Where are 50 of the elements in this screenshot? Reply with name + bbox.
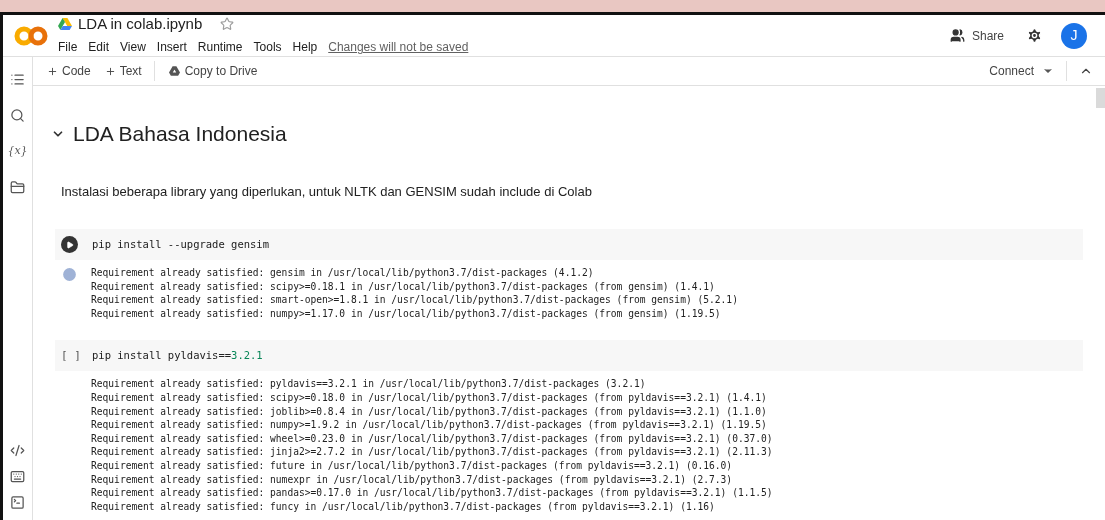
output-line: Requirement already satisfied: numpy>=1.17.0 in /usr/local/lib/python3.7/dist-packages (from gensim) (1.19.5) [91, 306, 722, 321]
keyboard-icon [10, 468, 25, 484]
plus-icon [47, 65, 58, 77]
notebook-title[interactable]: LDA in colab.ipynb [78, 12, 203, 36]
menu-item[interactable]: Edit [88, 38, 110, 57]
output-line: Requirement already satisfied: gensim in /usr/local/lib/python3.7/dist-packages (4.1.2) [91, 266, 595, 280]
output-line: Requirement already satisfied: future in /usr/local/lib/python3.7/dist-packages (from pyldavis==3.2.1) (0.16.0) [91, 458, 734, 473]
output-line: Requirement already satisfied: joblib>=0.8.4 in /usr/local/lib/python3.7/dist-packages (from pyldavis==3.2.1) (1.1.0) [91, 404, 768, 419]
menu-item[interactable]: Help [292, 38, 318, 57]
output-line: Requirement already satisfied: smart-open>=1.8.1 in /usr/local/lib/python3.7/dist-packages (from gensim) (5.2.1) [91, 293, 738, 307]
code-cell-input[interactable]: [ ] pip install pyldavis==3.2.1 [55, 340, 1083, 372]
output-line: Requirement already satisfied: funcy in /usr/local/lib/python3.7/dist-packages (from pyldavis==3.2.1) (1.16) [91, 499, 716, 514]
plus-icon [104, 65, 116, 77]
output-line: Requirement already satisfied: jinja2>=2.7.2 in /usr/local/lib/python3.7/dist-packages (from pyldavis==3.2.1) (2.11.3) [91, 445, 773, 459]
output-line: Requirement already satisfied: scipy>=0.18.0 in /usr/local/lib/python3.7/dist-packages (from pyldavis==3.2.1) (1.4.1) [91, 390, 768, 405]
share-button[interactable]: Share [945, 26, 1008, 45]
output-line: Requirement already satisfied: wheel>=0.23.0 in /usr/local/lib/python3.7/dist-packages (from pyldavis==3.2.1) (0.37.0) [91, 431, 773, 446]
output-line: Requirement already satisfied: numexpr in /usr/local/lib/python3.7/dist-packages (from pyldavis==3.2.1) (2.7.3) [91, 472, 734, 487]
add-cell-button[interactable]: Code [45, 62, 93, 80]
output-line: Requirement already satisfied: scipy>=0.18.1 in /usr/local/lib/python3.7/dist-packages (from gensim) (1.4.1) [91, 279, 716, 294]
run-button[interactable]: [ ] [61, 347, 78, 365]
people-icon [949, 28, 965, 43]
code-icon [10, 442, 25, 458]
folder-icon [10, 179, 25, 195]
output-user-icon [61, 266, 78, 283]
settings-icon[interactable] [1026, 27, 1043, 44]
drive-icon [58, 18, 72, 30]
run-button-icon[interactable] [61, 236, 78, 253]
menu-item[interactable]: Runtime [197, 38, 243, 57]
menu-item[interactable]: View [120, 38, 146, 57]
avatar[interactable]: J [1061, 22, 1087, 49]
section-heading: LDA Bahasa Indonesia [73, 121, 287, 147]
menu-item[interactable]: Tools [253, 38, 282, 57]
terminal-icon [10, 494, 25, 510]
connect-button[interactable]: Connect [989, 62, 1054, 80]
markdown-text: Instalasi beberapa library yang diperlukan, untuk NLTK dan GENSIM sudah include di Colab [60, 182, 593, 201]
code-cell-input[interactable]: pip install --upgrade gensim [55, 229, 1083, 260]
star-icon[interactable] [220, 17, 235, 31]
table-of-contents-icon [10, 71, 25, 87]
search-icon [10, 107, 25, 123]
menu-item[interactable]: File [58, 38, 78, 57]
output-line: Requirement already satisfied: numpy>=1.9.2 in /usr/local/lib/python3.7/dist-packages (from pyldavis==3.2.1) (1.19.5) [91, 418, 768, 432]
drive-icon [168, 66, 180, 76]
output-line: Requirement already satisfied: pandas>=0.17.0 in /usr/local/lib/python3.7/dist-packages (from pyldavis==3.2.1) (1.1.5) [91, 486, 773, 500]
menu-item[interactable]: Insert [156, 38, 187, 57]
output-line: Requirement already satisfied: pyldavis==3.2.1 in /usr/local/lib/python3.7/dist-packages (3.2.1) [91, 377, 647, 391]
colab-logo [13, 25, 48, 46]
add-cell-button[interactable]: Text [102, 62, 144, 80]
copy-to-drive-button[interactable]: Copy to Drive [168, 62, 258, 80]
save-notice-link[interactable]: Changes will not be saved [328, 38, 469, 57]
